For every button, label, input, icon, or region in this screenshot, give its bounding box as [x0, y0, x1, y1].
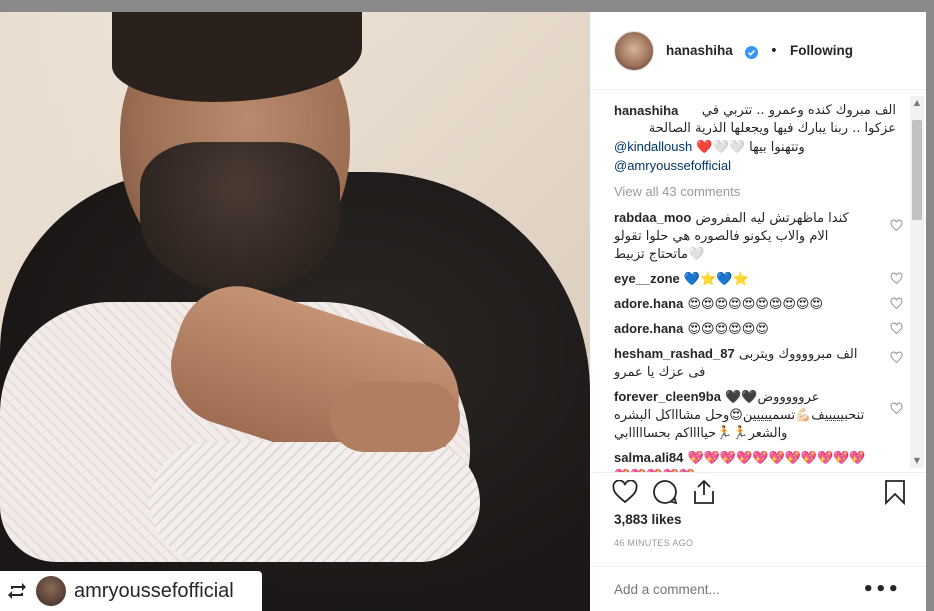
- like-comment-heart-icon[interactable]: [890, 272, 904, 286]
- author-username[interactable]: hanashiha: [666, 43, 733, 58]
- comment-item: salma.ali84 💖💖💖💖💖💖💖💖💖💖💖💖💖💖💖💖: [614, 449, 896, 472]
- share-icon[interactable]: [692, 479, 716, 509]
- photo-baby-blanket-lower: [150, 442, 480, 562]
- comments-scrollbar[interactable]: ▲ ▼: [910, 96, 924, 468]
- comment-item: adore.hana 😍😍😍😍😍😍: [614, 320, 903, 339]
- like-comment-heart-icon[interactable]: [890, 297, 904, 311]
- comment-username[interactable]: salma.ali84: [614, 450, 683, 465]
- photo-beard: [140, 142, 340, 292]
- caption-emojis: ❤️🤍🤍: [696, 140, 745, 155]
- like-comment-heart-icon[interactable]: [890, 402, 904, 416]
- caption-line-3: وتتهنوا بيها: [749, 140, 805, 155]
- comment-text: 😍😍😍😍😍😍😍😍😍😍: [687, 297, 824, 312]
- comment-username[interactable]: hesham_rashad_87: [614, 346, 735, 361]
- bookmark-icon[interactable]: [884, 479, 906, 509]
- repost-icon: [6, 580, 28, 602]
- comment-item: rabdaa_moo كندا ماظهرتش ليه المفروض الام…: [614, 209, 903, 264]
- like-comment-heart-icon[interactable]: [890, 219, 904, 233]
- caption-mention-amryoussef[interactable]: @amryoussefofficial: [614, 158, 731, 173]
- comment-text: 😍😍😍😍😍😍: [687, 322, 769, 337]
- scrollbar-thumb[interactable]: [912, 120, 922, 220]
- like-heart-icon[interactable]: [612, 478, 638, 508]
- likes-count[interactable]: 3,883 likes: [614, 512, 682, 527]
- like-comment-heart-icon[interactable]: [890, 322, 904, 336]
- post-header: hanashiha • Following: [590, 12, 926, 90]
- repost-bar: amryoussefofficial: [0, 571, 262, 611]
- comment-item: hesham_rashad_87 الف مبرووووك ويتربى فى …: [614, 345, 903, 382]
- comment-bubble-icon[interactable]: [652, 479, 678, 509]
- photo-hand: [330, 382, 460, 452]
- caption-mention-row: @amryoussefofficial: [614, 157, 896, 176]
- comment-item: forever_cleen9ba 🖤🖤عروووووض تنحبيييييف💪🏻…: [614, 388, 903, 443]
- caption-line-3-row: @kindalloush ❤️🤍🤍 وتتهنوا بيها: [614, 138, 896, 157]
- post-timestamp[interactable]: 46 MINUTES AGO: [614, 538, 693, 548]
- comment-username[interactable]: forever_cleen9ba: [614, 389, 721, 404]
- author-avatar[interactable]: [614, 30, 654, 71]
- follow-status-button[interactable]: Following: [790, 43, 853, 58]
- more-options-icon[interactable]: •••: [862, 579, 900, 600]
- comment-text: 💙⭐💙⭐: [683, 272, 749, 287]
- header-separator: •: [769, 42, 779, 59]
- post-photo[interactable]: amryoussefofficial: [0, 12, 590, 611]
- add-comment-bar: •••: [590, 566, 926, 611]
- caption-mention-kindalloush[interactable]: @kindalloush: [614, 139, 692, 154]
- verified-badge-icon: [744, 44, 758, 59]
- comment-item: eye__zone 💙⭐💙⭐: [614, 270, 903, 289]
- view-all-comments-link[interactable]: View all 43 comments: [614, 184, 896, 199]
- post-caption: hanashiha الف مبروك كنده وعمرو .. تتربي …: [614, 102, 896, 138]
- like-comment-heart-icon[interactable]: [890, 351, 904, 365]
- comment-username[interactable]: adore.hana: [614, 321, 683, 336]
- scroll-up-arrow-icon[interactable]: ▲: [910, 96, 924, 110]
- scroll-down-arrow-icon[interactable]: ▼: [910, 454, 924, 468]
- comment-item: adore.hana 😍😍😍😍😍😍😍😍😍😍: [614, 295, 903, 314]
- caption-line-2: عزكوا .. ربنا يبارك فيها ويجعلها الذرية …: [648, 121, 896, 136]
- repost-username[interactable]: amryoussefofficial: [74, 580, 234, 603]
- add-comment-input[interactable]: [614, 581, 863, 597]
- caption-username[interactable]: hanashiha: [614, 102, 678, 120]
- comments-list[interactable]: hanashiha الف مبروك كنده وعمرو .. تتربي …: [590, 90, 926, 472]
- comment-username[interactable]: adore.hana: [614, 296, 683, 311]
- post-actions: [590, 472, 926, 514]
- comment-username[interactable]: rabdaa_moo: [614, 210, 691, 225]
- post-side-panel: hanashiha • Following hanashiha الف مبرو…: [590, 12, 926, 611]
- comment-username[interactable]: eye__zone: [614, 271, 680, 286]
- repost-avatar[interactable]: [36, 576, 66, 606]
